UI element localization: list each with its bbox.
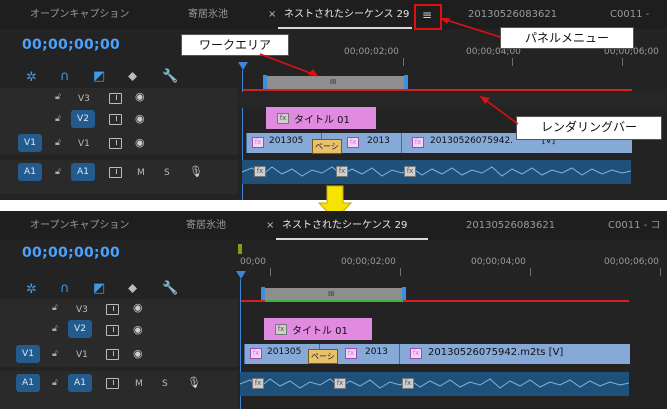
render-bar <box>240 300 265 302</box>
playhead-marker[interactable] <box>236 271 246 279</box>
in-point-marker <box>238 244 242 254</box>
tab-program-monitor[interactable]: 寄居氷池 <box>186 211 226 240</box>
tab-c0011[interactable]: C0011 - コ <box>608 211 660 240</box>
timeline-panel-after: オープンキャプション 寄居氷池 × ネストされたシーケンス 29 2013052… <box>0 211 667 409</box>
audio-clip-track-a1[interactable]: fx fx fx <box>239 372 630 396</box>
ruler-tick <box>400 268 401 276</box>
track-target-a1[interactable]: A1 <box>68 374 92 392</box>
transition-clip[interactable]: ペーシ <box>308 349 338 364</box>
linked-selection-icon[interactable]: ◩ <box>93 282 105 296</box>
eye-icon[interactable]: ◉ <box>133 347 143 360</box>
fx-badge: fx <box>334 378 346 389</box>
toggle-sync-icon[interactable] <box>106 304 119 315</box>
mute-button[interactable]: M <box>135 379 143 389</box>
snap-icon[interactable]: ✲ <box>26 283 37 297</box>
ruler-label-0s: 00;00 <box>240 257 266 267</box>
tab-clip-20130526083621[interactable]: 20130526083621 <box>466 211 555 240</box>
eye-icon[interactable]: ◉ <box>133 301 143 314</box>
video-clip-b-label: 2013 <box>365 347 388 357</box>
magnet-icon[interactable]: ∩ <box>60 282 70 296</box>
add-marker-icon[interactable]: ⬥ <box>128 282 137 296</box>
track-header-v2 <box>0 320 238 344</box>
ruler-tick <box>530 268 531 276</box>
solo-button[interactable]: S <box>162 379 168 389</box>
track-label-v3: V3 <box>76 305 88 315</box>
timeline-panel-before: オープンキャプション 寄居氷池 × ネストされたシーケンス 29 ≡ 20130… <box>0 0 667 200</box>
source-patch-a1[interactable]: A1 <box>16 374 40 392</box>
fx-badge: fx <box>250 348 262 359</box>
tab-nested-sequence[interactable]: ネストされたシーケンス 29 <box>282 211 407 240</box>
ruler-tick <box>660 268 661 276</box>
lock-icon[interactable]: 🔓︎ <box>52 378 58 388</box>
callout-arrows <box>259 17 519 125</box>
video-clip-c[interactable]: fx 20130526075942.m2ts [V] <box>399 344 630 364</box>
render-bar-rendered <box>265 300 403 302</box>
fx-badge: fx <box>275 324 287 335</box>
track-target-v2[interactable]: V2 <box>68 320 92 338</box>
lock-icon[interactable]: 🔓︎ <box>52 324 58 334</box>
fx-badge: fx <box>345 348 357 359</box>
toggle-sync-icon[interactable] <box>106 325 119 336</box>
panel-tab-bar: オープンキャプション 寄居氷池 × ネストされたシーケンス 29 2013052… <box>0 211 667 240</box>
ruler-tick <box>270 268 271 276</box>
video-clip-a-label: 201305 <box>267 347 302 357</box>
fx-badge: fx <box>402 378 414 389</box>
audio-waveform <box>239 378 630 389</box>
render-bar <box>403 300 629 302</box>
toggle-sync-icon[interactable] <box>106 378 119 389</box>
active-tab-underline <box>276 238 428 240</box>
fx-badge: fx <box>410 348 422 359</box>
title-clip[interactable]: fx タイトル 01 <box>264 318 372 340</box>
ruler-label-6s: 00;00;06;00 <box>604 257 659 267</box>
mic-icon[interactable]: 🎙︎ <box>187 376 201 389</box>
ruler-label-2s: 00;00;02;00 <box>341 257 396 267</box>
timecode-display[interactable]: 00;00;00;00 <box>22 245 120 261</box>
toggle-sync-icon[interactable] <box>106 349 119 360</box>
tab-close-button[interactable]: × <box>266 211 274 240</box>
ruler-label-4s: 00;00;04;00 <box>471 257 526 267</box>
lock-icon[interactable]: 🔓︎ <box>52 303 58 313</box>
wrench-icon[interactable]: 🔧 <box>162 282 178 296</box>
tab-source-monitor[interactable]: オープンキャプション <box>30 211 129 240</box>
track-label-v1[interactable]: V1 <box>76 350 88 360</box>
eye-icon[interactable]: ◉ <box>133 323 143 336</box>
video-clip-c-label: 20130526075942.m2ts [V] <box>428 347 564 358</box>
source-patch-v1[interactable]: V1 <box>16 345 40 363</box>
lock-icon[interactable]: 🔓︎ <box>52 349 58 359</box>
title-clip-label: タイトル 01 <box>292 326 348 337</box>
fx-badge: fx <box>252 378 264 389</box>
